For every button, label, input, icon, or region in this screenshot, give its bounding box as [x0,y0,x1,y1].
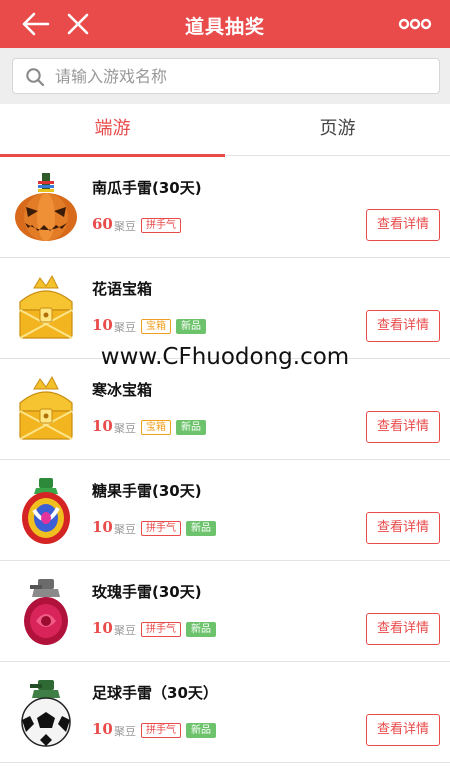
item-price: 10 [92,619,113,637]
price-unit: 聚豆 [114,523,136,536]
item-name: 南瓜手雷(30天) [92,179,202,197]
candy-grenade-icon [22,478,70,544]
prize-list: 南瓜手雷(30天) 60 聚豆 拼手气 查看详情 花语宝箱 10 聚豆 宝箱 新品… [0,157,450,763]
tag-new: 新品 [186,622,216,637]
search-bar [0,48,450,104]
soccer-grenade-icon [21,680,71,747]
item-tags: 宝箱 新品 [141,420,211,436]
item-price: 10 [92,417,113,435]
pumpkin-grenade-icon [15,173,77,241]
rose-grenade-icon [24,579,68,645]
tag-new: 新品 [176,319,206,334]
item-name: 花语宝箱 [92,280,153,298]
list-item[interactable]: 花语宝箱 10 聚豆 宝箱 新品 查看详情 [0,258,450,359]
item-name: 玫瑰手雷(30天) [92,583,202,601]
price-unit: 聚豆 [114,624,136,637]
price-unit: 聚豆 [114,725,136,738]
search-box[interactable] [12,58,440,94]
tab-web-games[interactable]: 页游 [225,104,450,156]
list-item[interactable]: 玫瑰手雷(30天) 10 聚豆 拼手气 新品 查看详情 [0,561,450,662]
item-tags: 拼手气 [141,218,186,234]
price-unit: 聚豆 [114,321,136,334]
top-bar: 道具抽奖 [0,0,450,48]
view-details-button[interactable]: 查看详情 [366,613,440,645]
list-item[interactable]: 足球手雷（30天） 10 聚豆 拼手气 新品 查看详情 [0,662,450,763]
tag-chest: 宝箱 [141,420,171,435]
item-tags: 拼手气 新品 [141,622,221,638]
tag-new: 新品 [186,521,216,536]
item-price: 10 [92,316,113,334]
tag-chest: 宝箱 [141,319,171,334]
price-unit: 聚豆 [114,422,136,435]
list-item[interactable]: 南瓜手雷(30天) 60 聚豆 拼手气 查看详情 [0,157,450,258]
view-details-button[interactable]: 查看详情 [366,512,440,544]
price-unit: 聚豆 [114,220,136,233]
tag-new: 新品 [176,420,206,435]
category-tabs: 端游 页游 [0,104,450,157]
item-tags: 拼手气 新品 [141,723,221,739]
list-item[interactable]: 糖果手雷(30天) 10 聚豆 拼手气 新品 查看详情 [0,460,450,561]
tag-lucky: 拼手气 [141,521,181,536]
item-price: 10 [92,518,113,536]
view-details-button[interactable]: 查看详情 [366,714,440,746]
tag-lucky: 拼手气 [141,723,181,738]
list-item[interactable]: 寒冰宝箱 10 聚豆 宝箱 新品 查看详情 [0,359,450,460]
search-icon [26,68,45,87]
tag-lucky: 拼手气 [141,218,181,233]
gold-treasure-chest-icon [19,274,73,339]
tag-lucky: 拼手气 [141,622,181,637]
view-details-button[interactable]: 查看详情 [366,209,440,241]
item-name: 足球手雷（30天） [92,684,218,702]
item-name: 寒冰宝箱 [92,381,153,399]
item-price: 10 [92,720,113,738]
gold-treasure-chest-icon [19,375,73,440]
view-details-button[interactable]: 查看详情 [366,411,440,443]
item-price: 60 [92,215,113,233]
item-tags: 拼手气 新品 [141,521,221,537]
item-name: 糖果手雷(30天) [92,482,202,500]
tag-new: 新品 [186,723,216,738]
tab-pc-games[interactable]: 端游 [0,104,225,157]
view-details-button[interactable]: 查看详情 [366,310,440,342]
page-title: 道具抽奖 [184,16,265,38]
item-tags: 宝箱 新品 [141,319,211,335]
search-input[interactable] [55,59,425,93]
more-dots-icon[interactable] [398,16,432,32]
